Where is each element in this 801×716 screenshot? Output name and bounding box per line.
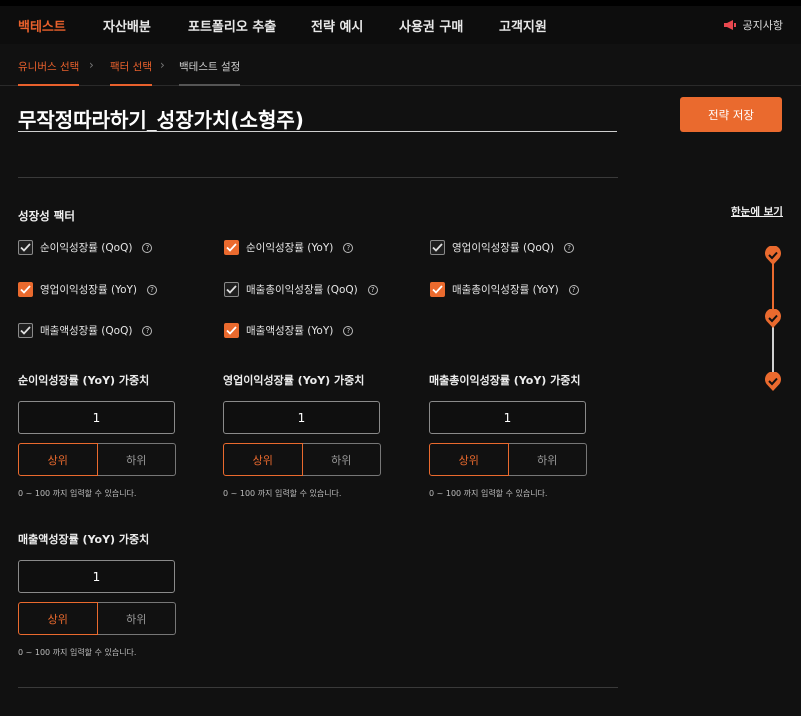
- nav-asset-allocation[interactable]: 자산배분: [103, 16, 151, 35]
- step-done-pin-icon[interactable]: [764, 308, 782, 329]
- range-hint: 0 ~ 100 까지 입력할 수 있습니다.: [18, 489, 137, 498]
- notice-link[interactable]: 공지사항: [723, 17, 783, 33]
- step-done-pin-icon[interactable]: [764, 245, 782, 266]
- checkbox-net-income-qoq[interactable]: 순이익성장률 (QoQ) ?: [18, 240, 153, 255]
- checkbox-gross-profit-yoy[interactable]: 매출총이익성장률 (YoY) ?: [430, 282, 579, 297]
- section-title: 성장성 팩터: [18, 209, 75, 223]
- checkbox-box[interactable]: [224, 282, 239, 297]
- weight-label-operating-income: 영업이익성장률 (YoY) 가중치: [223, 374, 365, 387]
- checkbox-box[interactable]: [18, 282, 33, 297]
- weight-input-net-income[interactable]: [18, 401, 175, 434]
- weight-label-revenue: 매출액성장률 (YoY) 가중치: [18, 533, 150, 546]
- weight-input-operating-income[interactable]: [223, 401, 380, 434]
- checkbox-box[interactable]: [430, 240, 445, 255]
- nav-license-purchase[interactable]: 사용권 구매: [399, 16, 463, 35]
- help-icon[interactable]: ?: [568, 284, 579, 295]
- checkbox-label: 영업이익성장률 (QoQ): [452, 242, 555, 254]
- checkbox-gross-profit-qoq[interactable]: 매출총이익성장률 (QoQ) ?: [224, 282, 378, 297]
- checkbox-label: 매출총이익성장률 (QoQ): [246, 284, 358, 296]
- bottom-rank-button[interactable]: 하위: [97, 602, 176, 635]
- checkbox-box[interactable]: [224, 240, 239, 255]
- help-icon[interactable]: ?: [142, 325, 153, 336]
- megaphone-icon: [723, 19, 737, 31]
- chevron-right-icon: ›: [89, 58, 94, 72]
- save-strategy-button[interactable]: 전략 저장: [680, 97, 782, 132]
- checkbox-box[interactable]: [18, 240, 33, 255]
- checkbox-operating-income-yoy[interactable]: 영업이익성장률 (YoY) ?: [18, 282, 158, 297]
- step-breadcrumb: 유니버스 선택 › 팩터 선택 › 백테스트 설정: [0, 44, 801, 86]
- weight-label-net-income: 순이익성장률 (YoY) 가중치: [18, 374, 150, 387]
- bottom-rank-button[interactable]: 하위: [508, 443, 587, 476]
- range-hint: 0 ~ 100 까지 입력할 수 있습니다.: [429, 489, 548, 498]
- checkbox-revenue-yoy[interactable]: 매출액성장률 (YoY) ?: [224, 323, 354, 338]
- help-icon[interactable]: ?: [367, 284, 378, 295]
- help-icon[interactable]: ?: [343, 325, 354, 336]
- help-icon[interactable]: ?: [142, 242, 153, 253]
- step-factor[interactable]: 팩터 선택: [110, 59, 152, 86]
- range-hint: 0 ~ 100 까지 입력할 수 있습니다.: [18, 648, 137, 657]
- weight-label-gross-profit: 매출총이익성장률 (YoY) 가중치: [429, 374, 581, 387]
- overview-link[interactable]: 한눈에 보기: [731, 204, 783, 219]
- checkbox-operating-income-qoq[interactable]: 영업이익성장률 (QoQ) ?: [430, 240, 575, 255]
- notice-label: 공지사항: [742, 19, 783, 32]
- checkbox-label: 매출액성장률 (YoY): [246, 325, 334, 337]
- nav-portfolio-extract[interactable]: 포트폴리오 추출: [188, 16, 276, 35]
- chevron-right-icon: ›: [160, 58, 165, 72]
- range-hint: 0 ~ 100 까지 입력할 수 있습니다.: [223, 489, 342, 498]
- checkbox-label: 매출총이익성장률 (YoY): [452, 284, 559, 296]
- step-backtest-settings[interactable]: 백테스트 설정: [179, 59, 241, 86]
- top-navigation: 백테스트 자산배분 포트폴리오 추출 전략 예시 사용권 구매 고객지원 공지사…: [0, 0, 801, 44]
- checkbox-revenue-qoq[interactable]: 매출액성장률 (QoQ) ?: [18, 323, 153, 338]
- strategy-title[interactable]: 무작정따라하기_성장가치(소형주): [18, 104, 304, 133]
- bottom-rank-button[interactable]: 하위: [302, 443, 381, 476]
- checkbox-label: 매출액성장률 (QoQ): [40, 325, 133, 337]
- checkbox-net-income-yoy[interactable]: 순이익성장률 (YoY) ?: [224, 240, 354, 255]
- divider: [18, 687, 618, 688]
- checkbox-box[interactable]: [430, 282, 445, 297]
- checkbox-label: 영업이익성장률 (YoY): [40, 284, 138, 296]
- top-rank-button[interactable]: 상위: [429, 443, 509, 476]
- step-done-pin-icon[interactable]: [764, 371, 782, 392]
- direction-toggle-operating-income: 상위 하위: [223, 443, 381, 476]
- help-icon[interactable]: ?: [564, 242, 575, 253]
- direction-toggle-net-income: 상위 하위: [18, 443, 176, 476]
- checkbox-box[interactable]: [18, 323, 33, 338]
- weight-input-revenue[interactable]: [18, 560, 175, 593]
- help-icon[interactable]: ?: [343, 242, 354, 253]
- weight-input-gross-profit[interactable]: [429, 401, 586, 434]
- direction-toggle-gross-profit: 상위 하위: [429, 443, 587, 476]
- checkbox-label: 순이익성장률 (QoQ): [40, 242, 133, 254]
- top-rank-button[interactable]: 상위: [223, 443, 303, 476]
- nav-backtest[interactable]: 백테스트: [18, 16, 66, 35]
- title-underline: [18, 131, 617, 132]
- top-rank-button[interactable]: 상위: [18, 443, 98, 476]
- checkbox-box[interactable]: [224, 323, 239, 338]
- nav-customer-support[interactable]: 고객지원: [499, 16, 547, 35]
- step-universe[interactable]: 유니버스 선택: [18, 59, 80, 86]
- bottom-rank-button[interactable]: 하위: [97, 443, 176, 476]
- checkbox-label: 순이익성장률 (YoY): [246, 242, 334, 254]
- help-icon[interactable]: ?: [147, 284, 158, 295]
- top-rank-button[interactable]: 상위: [18, 602, 98, 635]
- direction-toggle-revenue: 상위 하위: [18, 602, 176, 635]
- nav-strategy-examples[interactable]: 전략 예시: [311, 16, 363, 35]
- divider: [18, 177, 618, 178]
